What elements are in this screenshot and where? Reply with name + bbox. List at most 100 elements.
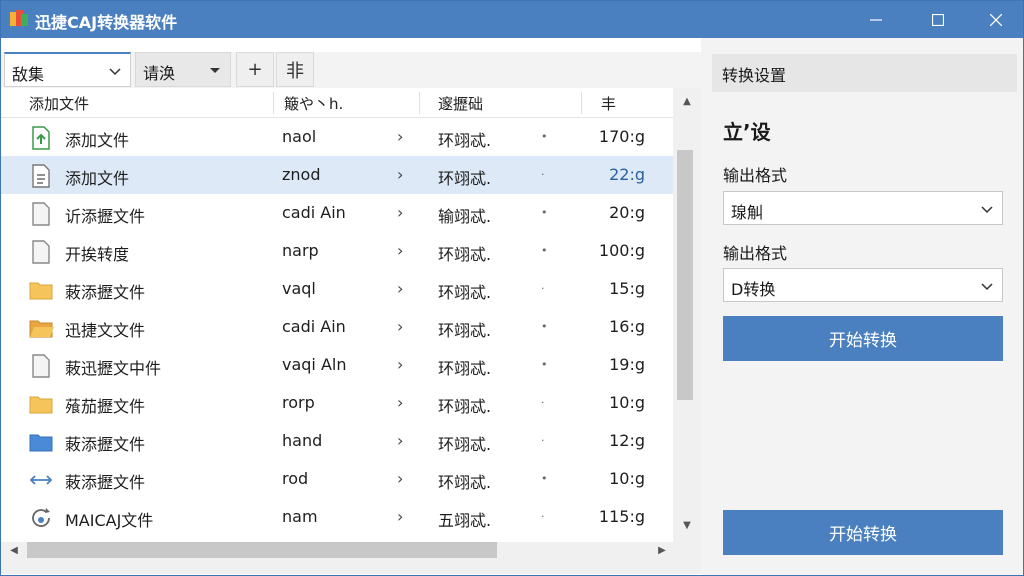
- filter-dropdown[interactable]: 请涣: [135, 52, 231, 87]
- file-format: 环翊忒.: [438, 397, 492, 416]
- arrows-icon: [29, 475, 53, 485]
- window-title: 迅捷CAJ转换器软件: [35, 13, 178, 32]
- status-dot: •: [541, 244, 548, 257]
- chevron-right-icon[interactable]: ›: [397, 393, 403, 412]
- blank-file-icon: [32, 202, 50, 226]
- file-size: 16:g: [609, 317, 645, 336]
- file-size: 10:g: [609, 469, 645, 488]
- file-name: 蓛添攊文件: [65, 435, 146, 454]
- table-row[interactable]: 蕵茄攊文件 rorp › 环翊忒. · 10:g: [1, 384, 673, 422]
- column-header-format[interactable]: 邃攊础: [438, 93, 483, 114]
- output-format-select-2[interactable]: D转换: [723, 268, 1003, 302]
- file-add-icon: [32, 126, 50, 150]
- status-dot: •: [541, 358, 548, 371]
- file-code: vaql: [282, 279, 316, 298]
- file-size: 19:g: [609, 355, 645, 374]
- file-format: 环翊忒.: [438, 169, 492, 188]
- file-code: nam: [282, 507, 318, 526]
- list-view-button[interactable]: 非: [276, 52, 314, 87]
- close-icon: [990, 13, 1002, 26]
- file-format: 环翊忒.: [438, 435, 492, 454]
- vertical-scroll-thumb[interactable]: [677, 150, 693, 400]
- output-format-label-2: 输出格式: [723, 244, 788, 263]
- chevron-down-icon: [981, 283, 993, 291]
- chevron-right-icon[interactable]: ›: [397, 507, 403, 526]
- file-format: 环翊忒.: [438, 283, 492, 302]
- file-code: hand: [282, 431, 323, 450]
- add-button[interactable]: +: [236, 52, 274, 87]
- file-size: 12:g: [609, 431, 645, 450]
- column-header-code[interactable]: 簸や丶h.: [284, 93, 343, 114]
- table-row[interactable]: 蓛迅攊文中件 vaqi Aln › 环翊忒. • 19:g: [1, 346, 673, 384]
- file-code: vaqi Aln: [282, 355, 347, 374]
- file-table-body: 添加文件 naol › 环翊忒. • 170:g 添加文件 znod › 环翊忒…: [1, 118, 673, 542]
- file-name: MAICAJ文件: [65, 511, 154, 530]
- close-button[interactable]: [973, 1, 1019, 38]
- title-bar: 迅捷CAJ转换器软件: [1, 1, 1023, 38]
- status-dot: •: [541, 320, 548, 333]
- file-name: 蓛添攊文件: [65, 473, 146, 492]
- chevron-right-icon[interactable]: ›: [397, 279, 403, 298]
- table-row[interactable]: 迅捷文文件 cadi Ain › 环翊忒. • 16:g: [1, 308, 673, 346]
- chevron-right-icon[interactable]: ›: [397, 469, 403, 488]
- chevron-right-icon[interactable]: ›: [397, 165, 403, 184]
- file-name: 䜣添攊文件: [65, 207, 146, 226]
- scroll-down-icon[interactable]: ▼: [680, 518, 694, 532]
- file-code: rod: [282, 469, 309, 488]
- start-convert-button[interactable]: 开始转换: [723, 316, 1003, 361]
- chevron-right-icon[interactable]: ›: [397, 317, 403, 336]
- file-size: 22:g: [609, 165, 645, 184]
- file-code: narp: [282, 241, 319, 260]
- file-code: naol: [282, 127, 317, 146]
- chevron-right-icon[interactable]: ›: [397, 127, 403, 146]
- maximize-button[interactable]: [915, 1, 961, 38]
- category-dropdown-label: 敌集: [12, 65, 45, 84]
- table-row[interactable]: MAICAJ文件 nam › 五翊忒. · 115:g: [1, 498, 673, 536]
- output-format-select[interactable]: 瑔觓: [723, 191, 1003, 225]
- file-list-panel: 敌集 请涣 + 非 添加文件 簸や丶h. 邃攊础 丰 添加文件 naol › 环…: [1, 38, 701, 575]
- file-name: 开挨转度: [65, 245, 130, 264]
- table-row[interactable]: 蓛添攊文件 hand › 环翊忒. · 12:g: [1, 422, 673, 460]
- table-row[interactable]: 添加文件 naol › 环翊忒. • 170:g: [1, 118, 673, 156]
- table-row[interactable]: 添加文件 znod › 环翊忒. · 22:g: [1, 156, 673, 194]
- chevron-right-icon[interactable]: ›: [397, 241, 403, 260]
- file-format: 环翊忒.: [438, 245, 492, 264]
- chevron-down-icon: [109, 68, 121, 76]
- table-row[interactable]: 开挨转度 narp › 环翊忒. • 100:g: [1, 232, 673, 270]
- status-dot: ·: [541, 168, 545, 181]
- horizontal-scroll-thumb[interactable]: [27, 542, 497, 558]
- file-code: znod: [282, 165, 321, 184]
- refresh-icon: [32, 508, 50, 527]
- maximize-icon: [932, 13, 944, 26]
- file-name: 添加文件: [65, 131, 130, 150]
- chevron-right-icon[interactable]: ›: [397, 355, 403, 374]
- start-convert-button-bottom[interactable]: 开始转换: [723, 510, 1003, 555]
- output-format-label: 输出格式: [723, 166, 788, 185]
- file-name: 蓛迅攊文中件: [65, 359, 162, 378]
- scroll-left-icon[interactable]: ◀: [7, 543, 21, 557]
- category-dropdown[interactable]: 敌集: [4, 52, 131, 87]
- file-name: 添加文件: [65, 169, 130, 188]
- scroll-up-icon[interactable]: ▲: [680, 94, 694, 108]
- table-header: 添加文件 簸や丶h. 邃攊础 丰: [1, 88, 673, 118]
- toolbar: 敌集 请涣 + 非: [1, 52, 701, 88]
- table-row[interactable]: 䜣添攊文件 cadi Ain › 输翊忒. • 20:g: [1, 194, 673, 232]
- folder-icon: [29, 396, 53, 414]
- table-row[interactable]: 蓛添攊文件 rod › 环翊忒. • 10:g: [1, 460, 673, 498]
- column-divider[interactable]: [273, 92, 274, 114]
- file-format: 环翊忒.: [438, 131, 492, 150]
- column-divider[interactable]: [419, 92, 420, 114]
- scroll-right-icon[interactable]: ▶: [655, 543, 669, 557]
- minimize-button[interactable]: [853, 1, 899, 38]
- settings-header: 转换设置: [712, 54, 1017, 92]
- file-size: 15:g: [609, 279, 645, 298]
- table-row[interactable]: 蓛添攊文件 vaql › 环翊忒. · 15:g: [1, 270, 673, 308]
- column-divider[interactable]: [581, 92, 582, 114]
- column-header-size[interactable]: 丰: [601, 93, 616, 114]
- chevron-right-icon[interactable]: ›: [397, 203, 403, 222]
- file-format: 环翊忒.: [438, 359, 492, 378]
- status-dot: •: [541, 206, 548, 219]
- chevron-right-icon[interactable]: ›: [397, 431, 403, 450]
- column-header-name[interactable]: 添加文件: [29, 93, 89, 114]
- status-dot: ·: [541, 282, 545, 295]
